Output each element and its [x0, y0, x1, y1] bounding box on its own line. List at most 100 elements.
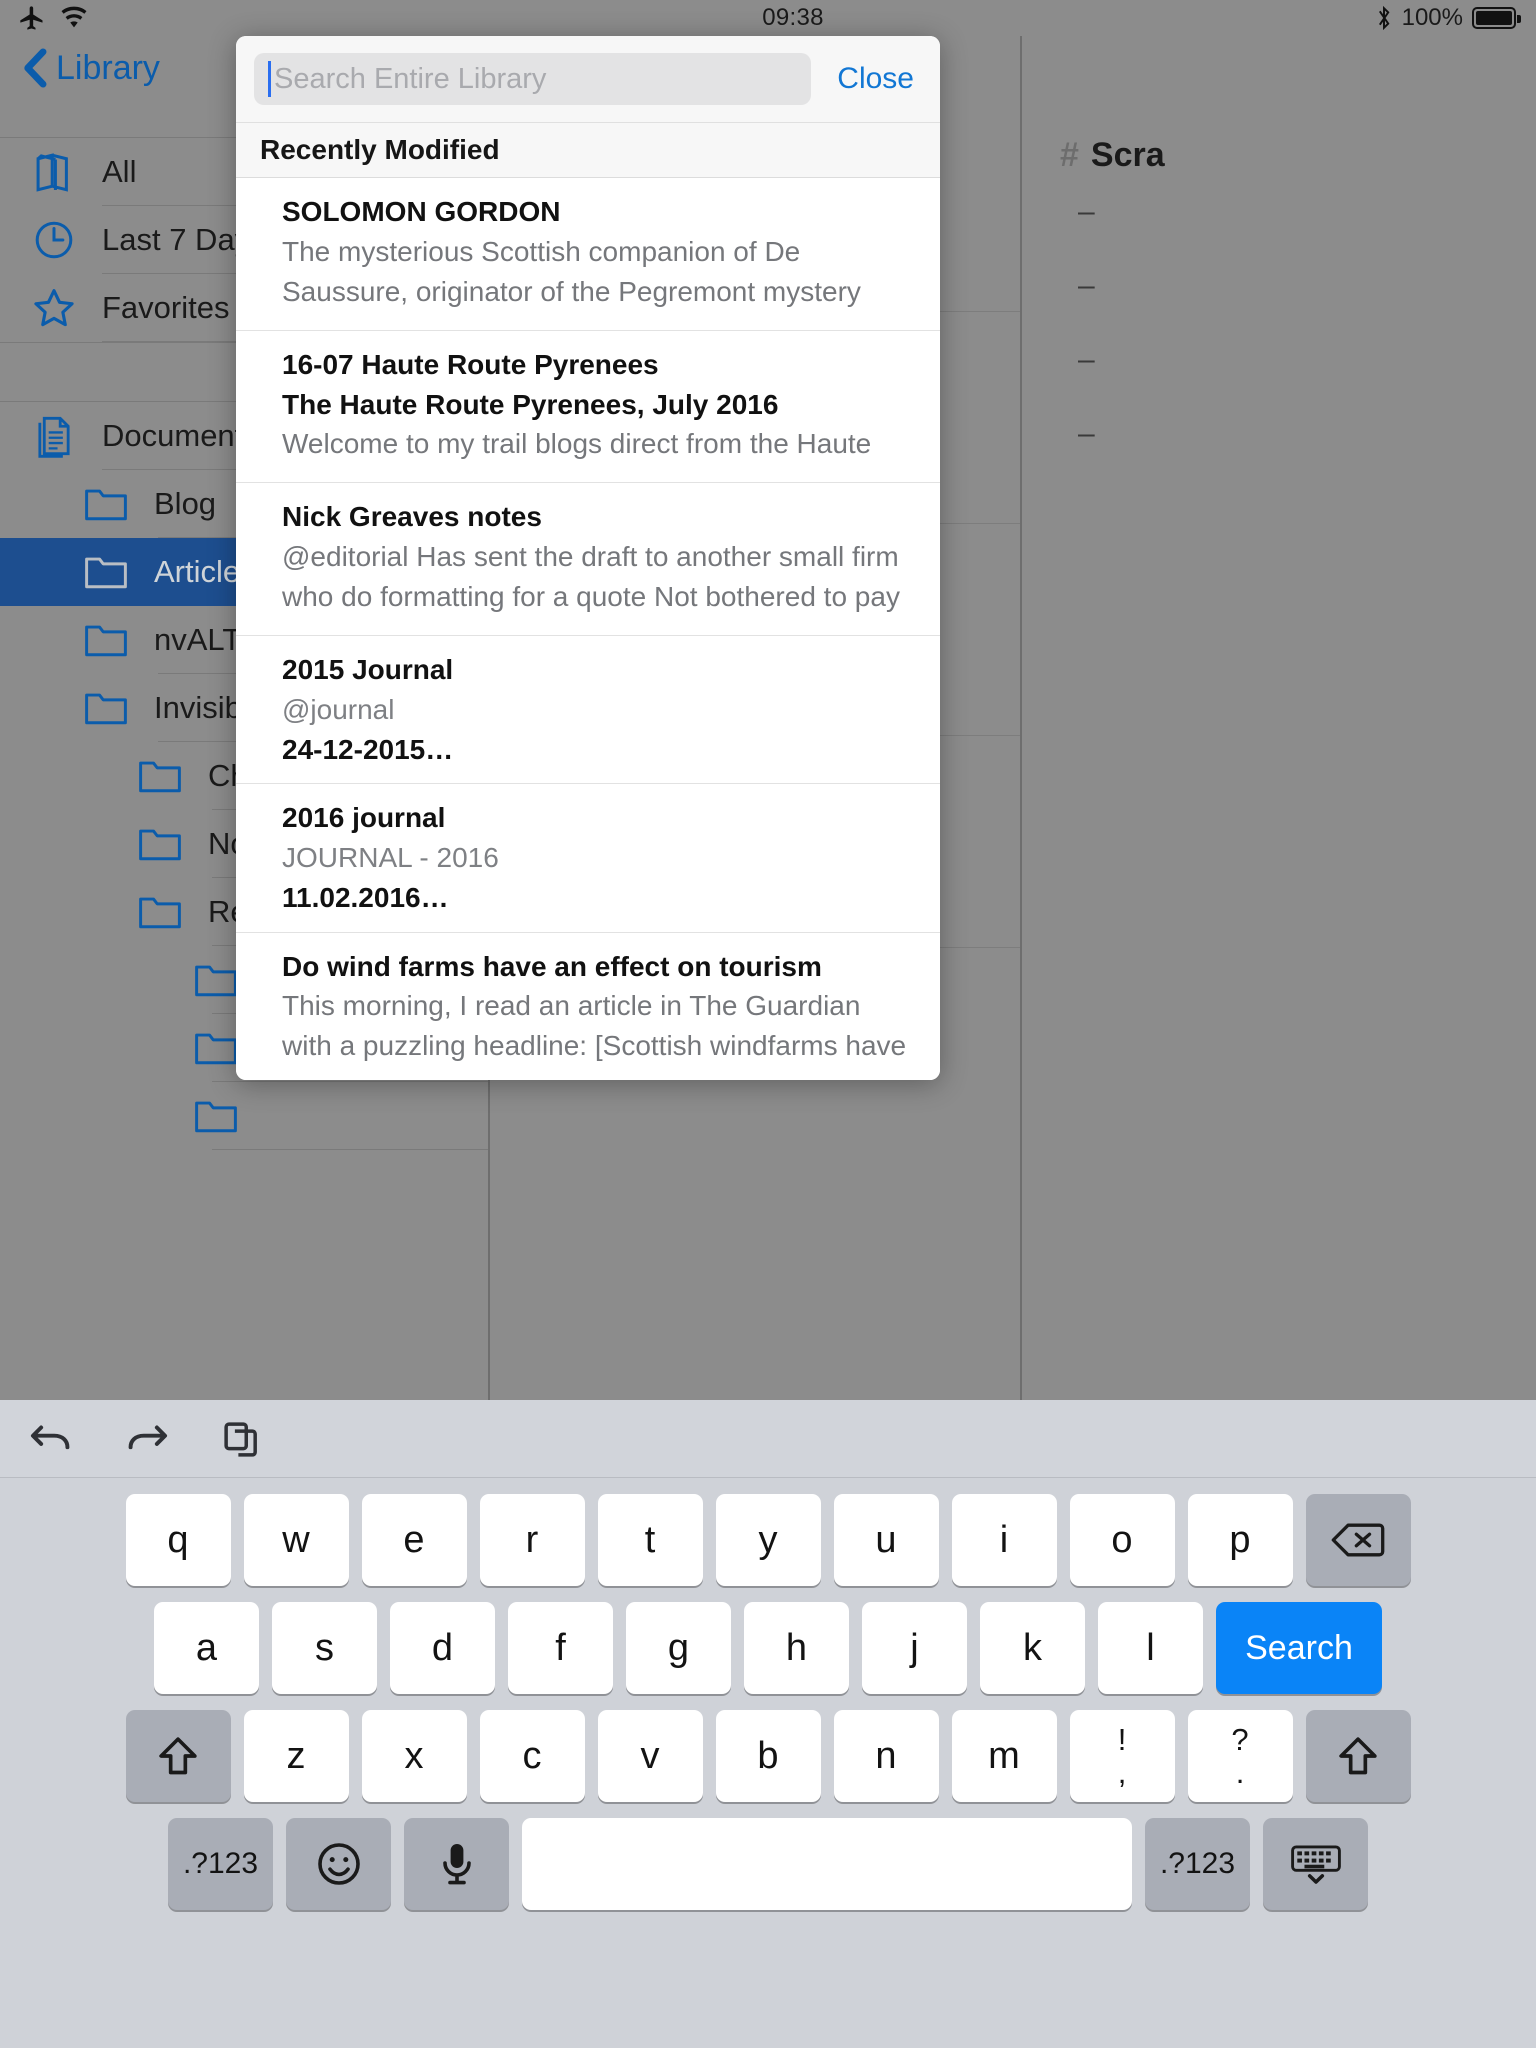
folder-icon — [128, 756, 192, 796]
folder-icon — [184, 1096, 248, 1136]
key-m[interactable]: m — [951, 1710, 1057, 1802]
key-exclamation-comma[interactable]: ! , — [1069, 1710, 1175, 1802]
book-icon — [22, 149, 86, 195]
shift-icon — [155, 1734, 201, 1778]
key-p[interactable]: p — [1187, 1494, 1293, 1586]
search-result-row[interactable]: Do wind farms have an effect on tourism … — [236, 933, 940, 1081]
key-period-label: . — [1235, 1755, 1245, 1790]
emoji-key[interactable] — [286, 1818, 391, 1910]
backspace-icon — [1330, 1520, 1386, 1560]
on-screen-keyboard[interactable]: q w e r t y u i o p a s d f g h j k l Se… — [0, 1400, 1536, 2048]
key-s[interactable]: s — [272, 1602, 377, 1694]
key-y[interactable]: y — [715, 1494, 821, 1586]
sidebar-item-nested-3[interactable] — [0, 1082, 488, 1150]
search-key[interactable]: Search — [1216, 1602, 1382, 1694]
space-key[interactable] — [522, 1818, 1132, 1910]
search-dialog: Search Entire Library Close Recently Mod… — [236, 36, 940, 1080]
search-result-row[interactable]: SOLOMON GORDON The mysterious Scottish c… — [236, 178, 940, 331]
status-bar-right: 100% — [1106, 4, 1536, 32]
dictation-key[interactable] — [404, 1818, 509, 1910]
result-title: Do wind farms have an effect on tourism — [282, 950, 822, 982]
key-c[interactable]: c — [479, 1710, 585, 1802]
key-r[interactable]: r — [479, 1494, 585, 1586]
redo-icon[interactable] — [124, 1419, 170, 1459]
folder-icon — [74, 620, 138, 660]
result-body: Welcome to my trail blogs direct from th… — [282, 428, 872, 468]
shift-icon — [1335, 1734, 1381, 1778]
editor-heading-text: Scra — [1090, 136, 1165, 174]
shift-key-right[interactable] — [1305, 1710, 1411, 1802]
key-o[interactable]: o — [1069, 1494, 1175, 1586]
keyboard-row-1[interactable]: q w e r t y u i o p — [0, 1494, 1536, 1586]
chevron-left-icon — [22, 47, 48, 89]
key-comma-label: , — [1117, 1755, 1127, 1790]
folder-icon — [74, 484, 138, 524]
close-button[interactable]: Close — [829, 62, 922, 96]
editor-line: – — [1078, 343, 1095, 376]
wifi-icon — [60, 6, 88, 30]
key-n[interactable]: n — [833, 1710, 939, 1802]
key-f[interactable]: f — [508, 1602, 613, 1694]
undo-icon[interactable] — [28, 1419, 74, 1459]
search-results-list[interactable]: SOLOMON GORDON The mysterious Scottish c… — [236, 178, 940, 1080]
key-d[interactable]: d — [390, 1602, 495, 1694]
key-w[interactable]: w — [243, 1494, 349, 1586]
search-dialog-header: Search Entire Library Close — [236, 36, 940, 122]
search-result-row[interactable]: Nick Greaves notes @editorial Has sent t… — [236, 483, 940, 636]
section-header-recently-modified: Recently Modified — [236, 122, 940, 178]
key-g[interactable]: g — [626, 1602, 731, 1694]
sidebar-item-label: Favorites — [102, 290, 230, 325]
folder-icon — [128, 824, 192, 864]
result-title: Nick Greaves notes — [282, 501, 542, 533]
key-u[interactable]: u — [833, 1494, 939, 1586]
key-x[interactable]: x — [361, 1710, 467, 1802]
hash-icon: # — [1060, 136, 1079, 174]
dismiss-keyboard-icon — [1289, 1842, 1343, 1886]
numbers-key-right[interactable]: .?123 — [1145, 1818, 1250, 1910]
key-i[interactable]: i — [951, 1494, 1057, 1586]
keyboard-toolbar[interactable] — [0, 1400, 1536, 1478]
search-input[interactable]: Search Entire Library — [254, 53, 812, 105]
search-result-row[interactable]: 2015 Journal @journal 24-12-2015… — [236, 636, 940, 785]
key-z[interactable]: z — [243, 1710, 349, 1802]
keyboard-row-2[interactable]: a s d f g h j k l Search — [0, 1602, 1536, 1694]
key-question-period[interactable]: ? . — [1187, 1710, 1293, 1802]
key-question-label: ? — [1231, 1722, 1249, 1757]
keyboard-row-4[interactable]: .?123 .?123 — [0, 1818, 1536, 1910]
sidebar-item-label: All — [102, 154, 137, 189]
result-title: 16-07 Haute Route Pyrenees — [282, 348, 659, 380]
status-bar-center: 09:38 — [480, 4, 1106, 32]
key-l[interactable]: l — [1098, 1602, 1203, 1694]
key-e[interactable]: e — [361, 1494, 467, 1586]
key-t[interactable]: t — [597, 1494, 703, 1586]
key-a[interactable]: a — [154, 1602, 259, 1694]
shift-key-left[interactable] — [125, 1710, 231, 1802]
copy-paste-icon[interactable] — [220, 1418, 262, 1460]
sidebar-item-label: nvALT — [154, 622, 242, 657]
numbers-key-left[interactable]: .?123 — [168, 1818, 273, 1910]
text-cursor — [268, 61, 271, 97]
result-subtitle-bold: The Haute Route Pyrenees, July 2016 — [282, 388, 779, 420]
result-subtitle: JOURNAL - 2016 — [282, 842, 499, 873]
key-k[interactable]: k — [980, 1602, 1085, 1694]
key-v[interactable]: v — [597, 1710, 703, 1802]
search-input-placeholder: Search Entire Library — [274, 62, 547, 95]
key-h[interactable]: h — [744, 1602, 849, 1694]
key-exclamation-label: ! — [1117, 1722, 1127, 1757]
keyboard-row-3[interactable]: z x c v b n m ! , ? . — [0, 1710, 1536, 1802]
sidebar-item-label: Blog — [154, 486, 217, 521]
backspace-key[interactable] — [1305, 1494, 1411, 1586]
emoji-icon — [315, 1840, 363, 1888]
microphone-icon — [439, 1840, 475, 1888]
key-q[interactable]: q — [125, 1494, 231, 1586]
search-result-row[interactable]: 2016 journal JOURNAL - 2016 11.02.2016… — [236, 784, 940, 933]
key-b[interactable]: b — [715, 1710, 821, 1802]
dismiss-keyboard-key[interactable] — [1263, 1818, 1368, 1910]
star-icon — [22, 284, 86, 332]
result-body: The mysterious Scottish companion of De … — [282, 235, 861, 316]
search-result-row[interactable]: 16-07 Haute Route Pyrenees The Haute Rou… — [236, 331, 940, 484]
status-bar-clock: 09:38 — [762, 4, 824, 31]
key-j[interactable]: j — [862, 1602, 967, 1694]
result-title: 2015 Journal — [282, 654, 454, 685]
battery-percent-label: 100% — [1401, 4, 1463, 31]
